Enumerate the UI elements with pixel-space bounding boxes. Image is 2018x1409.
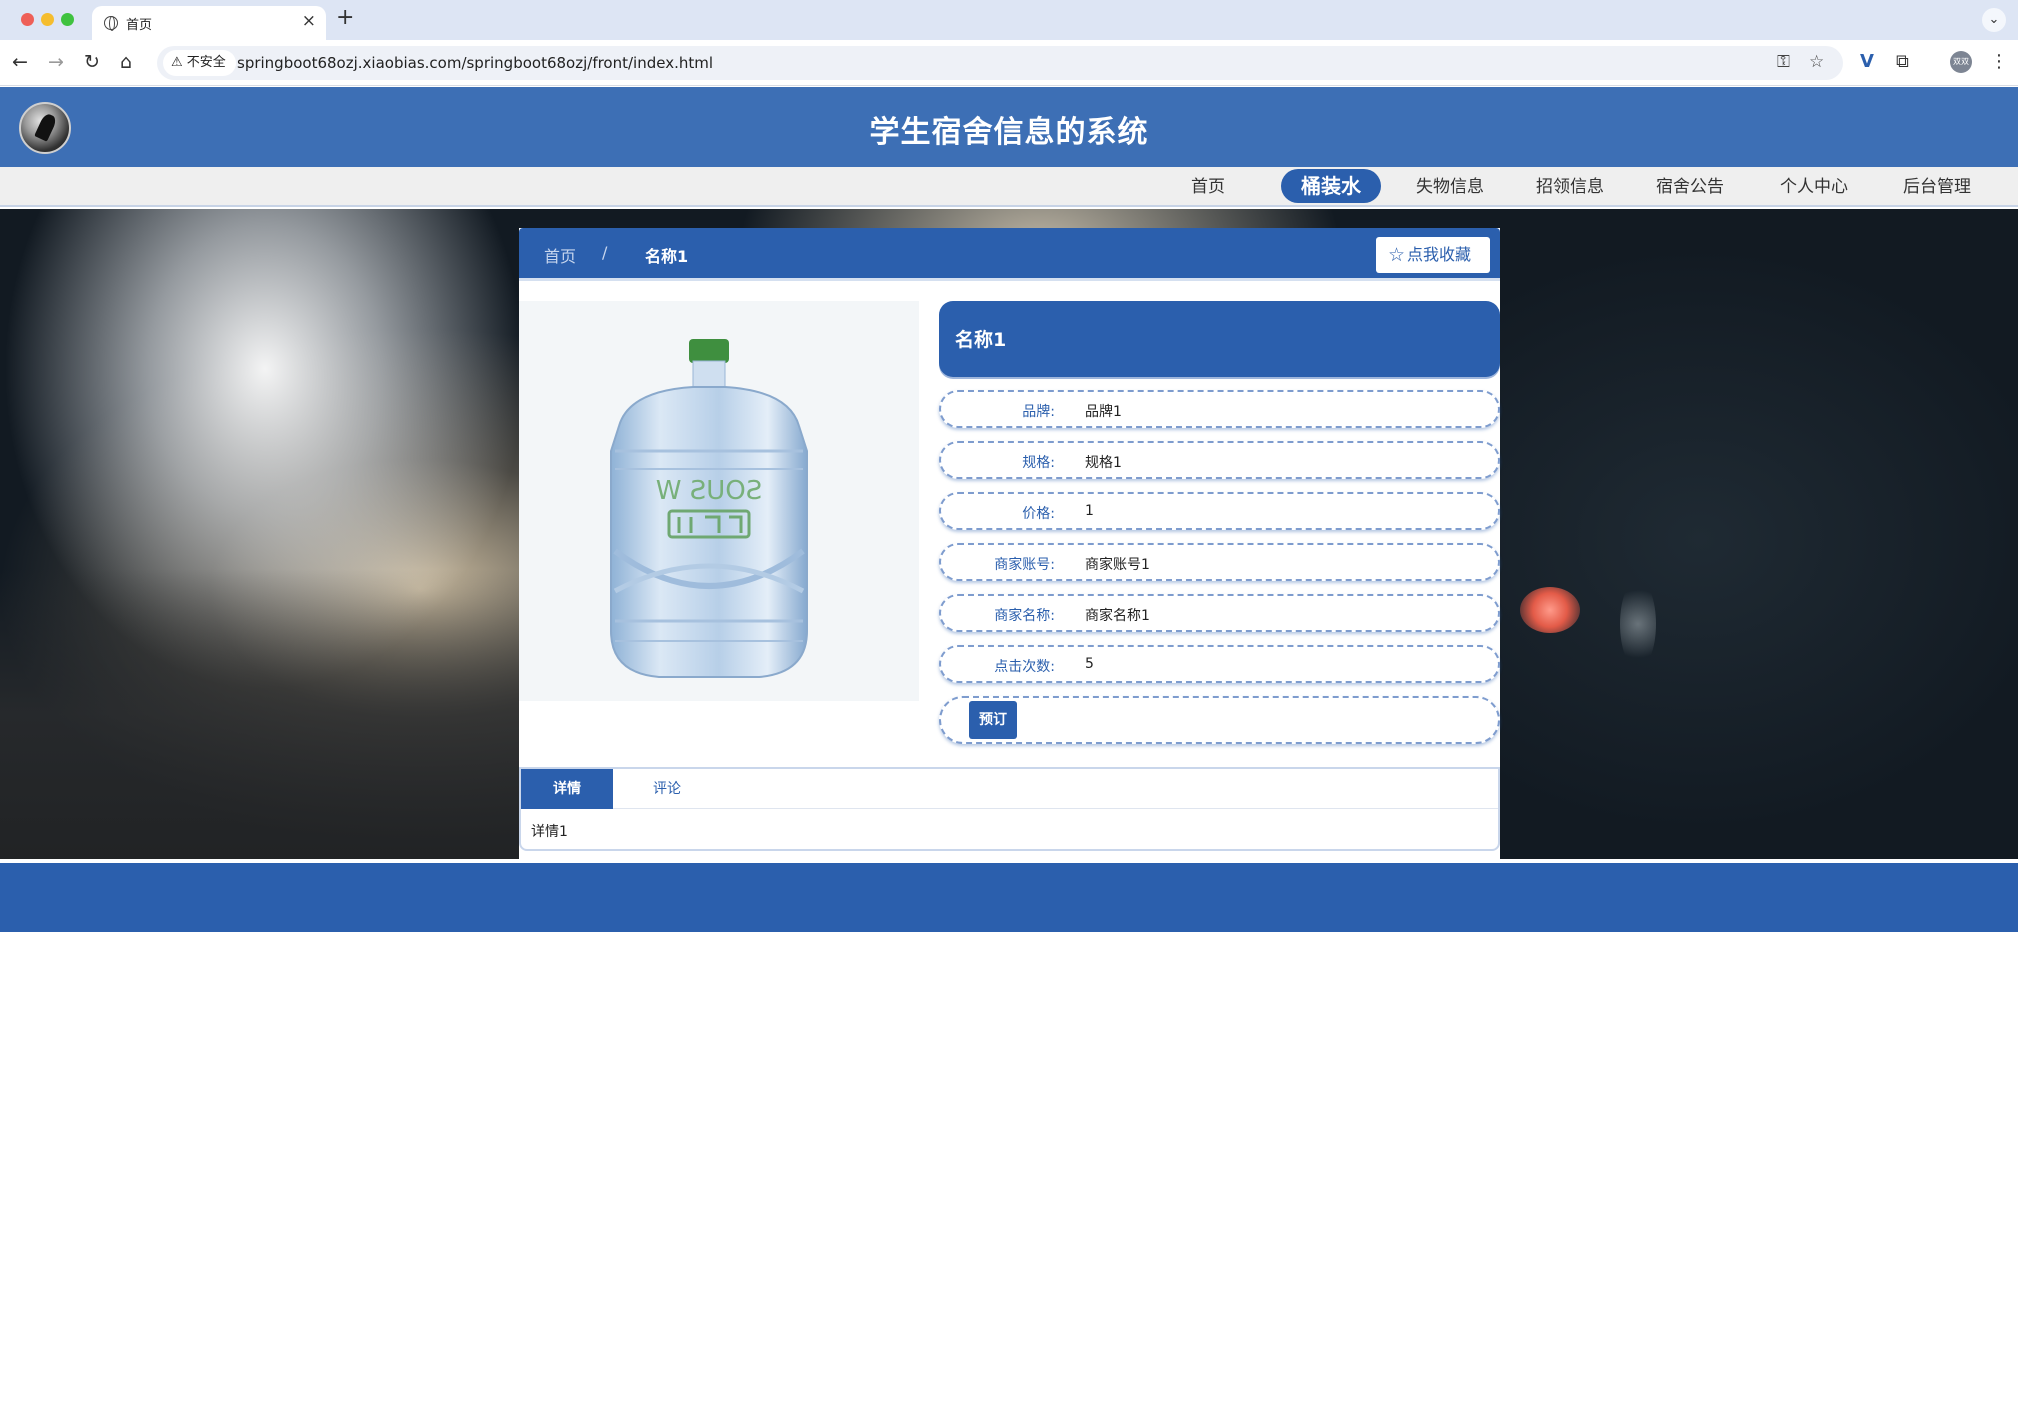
home-icon[interactable]: ⌂ [120, 51, 132, 73]
breadcrumb: 首页 / 名称1 ☆ 点我收藏 [519, 228, 1500, 281]
field-row-spec: 规格: 规格1 [939, 441, 1500, 479]
product-name: 名称1 [955, 329, 1007, 351]
detail-tabs: 详情 评论 详情1 [519, 767, 1500, 851]
field-row-click-count: 点击次数: 5 [939, 645, 1500, 683]
nav-item-lost-items[interactable]: 失物信息 [1412, 167, 1488, 207]
field-value: 商家名称1 [1085, 608, 1150, 624]
globe-icon [104, 16, 118, 31]
star-icon: ☆ [1388, 244, 1406, 266]
field-row-price: 价格: 1 [939, 492, 1500, 530]
site-footer [0, 863, 2018, 932]
security-label: 不安全 [186, 55, 226, 70]
field-label: 价格: [1022, 506, 1055, 522]
favorite-button-label: 点我收藏 [1407, 245, 1472, 264]
menu-dots-icon[interactable]: ⋮ [1990, 51, 2008, 72]
breadcrumb-home[interactable]: 首页 [544, 243, 576, 267]
security-chip[interactable]: ⚠ 不安全 [163, 50, 236, 76]
field-value: 品牌1 [1085, 404, 1122, 420]
water-bottle-icon: SOUS W [610, 339, 808, 678]
tab-details[interactable]: 详情 [521, 769, 613, 809]
address-bar[interactable]: ⚠ 不安全 springboot68ozj.xiaobias.com/sprin… [157, 46, 1843, 80]
tabs-header: 详情 评论 [521, 769, 1498, 809]
nav-item-personal-center[interactable]: 个人中心 [1776, 167, 1852, 207]
field-value: 商家账号1 [1085, 557, 1150, 573]
warning-icon: ⚠ [171, 55, 183, 70]
product-title-box: 名称1 [939, 301, 1500, 377]
minimize-window-button[interactable] [41, 13, 54, 26]
reload-icon[interactable]: ↻ [84, 51, 100, 73]
browser-tab-title: 首页 [126, 18, 153, 33]
nav-item-home[interactable]: 首页 [1180, 167, 1236, 207]
profile-avatar[interactable]: 双双 [1950, 51, 1972, 73]
field-row-brand: 品牌: 品牌1 [939, 390, 1500, 428]
field-label: 品牌: [1022, 404, 1055, 420]
svg-text:SOUS W: SOUS W [656, 476, 762, 506]
product-image: SOUS W [519, 301, 919, 701]
field-value: 1 [1085, 503, 1094, 519]
site-header: 学生宿舍信息的系统 [0, 87, 2018, 167]
breadcrumb-separator: / [602, 243, 608, 262]
field-label: 规格: [1022, 455, 1055, 471]
order-button[interactable]: 预订 [969, 701, 1017, 739]
site-title: 学生宿舍信息的系统 [869, 115, 1149, 150]
field-label: 点击次数: [994, 659, 1055, 675]
forward-icon[interactable]: → [48, 51, 64, 73]
tab-search-icon[interactable]: ⌄ [1982, 8, 2006, 32]
field-label: 商家账号: [994, 557, 1055, 573]
password-key-icon[interactable]: ⚿ [1777, 52, 1790, 72]
field-label: 商家名称: [994, 608, 1055, 624]
field-row-merchant-account: 商家账号: 商家账号1 [939, 543, 1500, 581]
maximize-window-button[interactable] [61, 13, 74, 26]
new-tab-button[interactable]: + [336, 5, 354, 30]
field-row-merchant-name: 商家名称: 商家名称1 [939, 594, 1500, 632]
extension-v-icon[interactable]: V [1860, 51, 1874, 72]
field-value: 5 [1085, 656, 1094, 672]
tab-comments[interactable]: 评论 [621, 769, 713, 809]
favorite-button[interactable]: ☆ 点我收藏 [1376, 237, 1490, 273]
url-text[interactable]: springboot68ozj.xiaobias.com/springboot6… [237, 54, 713, 72]
bookmark-star-icon[interactable]: ☆ [1809, 52, 1824, 72]
nav-item-admin[interactable]: 后台管理 [1899, 167, 1975, 207]
breadcrumb-current: 名称1 [645, 247, 689, 266]
browser-tab-bar: 首页 × + ⌄ [0, 0, 2018, 40]
nav-item-bottled-water[interactable]: 桶装水 [1281, 169, 1381, 203]
browser-tab[interactable]: 首页 × [92, 6, 326, 40]
main-nav: 首页 桶装水 失物信息 招领信息 宿舍公告 个人中心 后台管理 [0, 167, 2018, 207]
nav-item-dorm-notices[interactable]: 宿舍公告 [1652, 167, 1728, 207]
action-row: 预订 [939, 696, 1500, 744]
back-icon[interactable]: ← [12, 51, 28, 73]
nav-item-found-items[interactable]: 招领信息 [1532, 167, 1608, 207]
tab-content: 详情1 [531, 824, 568, 840]
close-window-button[interactable] [21, 13, 34, 26]
browser-toolbar: ← → ↻ ⌂ ⚠ 不安全 springboot68ozj.xiaobias.c… [0, 40, 2018, 86]
detail-panel: 首页 / 名称1 ☆ 点我收藏 SOUS W 名称1 品牌: 品牌1 规格: 规… [519, 228, 1500, 859]
field-value: 规格1 [1085, 455, 1122, 471]
close-tab-icon[interactable]: × [302, 11, 316, 31]
extensions-puzzle-icon[interactable]: ⧉ [1896, 51, 1909, 72]
